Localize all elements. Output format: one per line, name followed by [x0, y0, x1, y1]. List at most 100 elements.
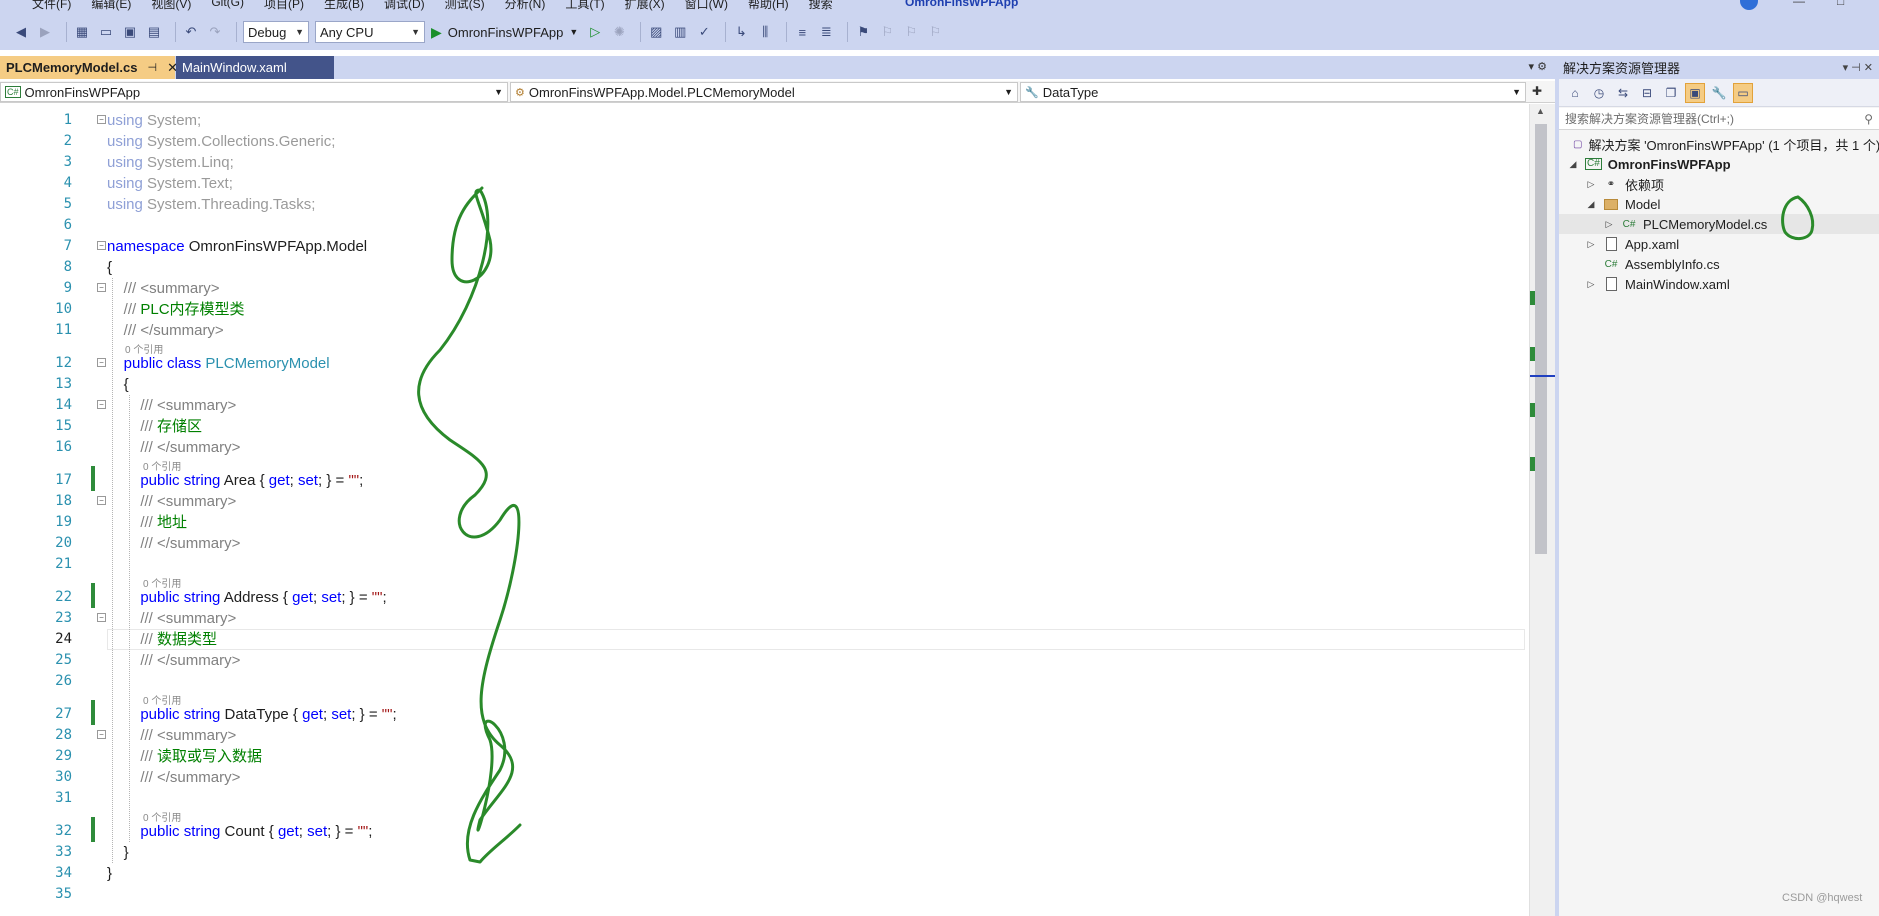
code-text[interactable]: }: [107, 842, 129, 863]
fold-toggle-icon[interactable]: −: [97, 358, 106, 367]
code-line[interactable]: 10 /// PLC内存模型类: [0, 299, 1525, 320]
code-line[interactable]: 8{: [0, 257, 1525, 278]
code-line[interactable]: 20 /// </summary>: [0, 533, 1525, 554]
code-line[interactable]: 3 using System.Linq;: [0, 152, 1525, 173]
maximize-button[interactable]: □: [1837, 0, 1844, 8]
editor-scrollbar[interactable]: ▲: [1529, 104, 1556, 916]
platform-select[interactable]: Any CPU ▼: [315, 21, 425, 43]
history-icon[interactable]: ◷: [1589, 83, 1609, 103]
code-line[interactable]: 16 /// </summary>: [0, 437, 1525, 458]
code-line[interactable]: 22 public string Address { get; set; } =…: [0, 583, 1525, 608]
code-text[interactable]: public string Address { get; set; } = ""…: [107, 587, 386, 608]
code-text[interactable]: {: [107, 374, 129, 395]
code-line[interactable]: 23 − /// <summary>: [0, 608, 1525, 629]
code-text[interactable]: /// </summary>: [107, 767, 240, 788]
bookmark-icon[interactable]: ⚑: [854, 23, 872, 41]
code-line[interactable]: 6: [0, 215, 1525, 236]
code-text[interactable]: /// </summary>: [107, 650, 240, 671]
show-all-files-icon[interactable]: ❐: [1661, 83, 1681, 103]
menu-search[interactable]: 搜索: [799, 0, 843, 12]
code-text[interactable]: /// <summary>: [107, 395, 236, 416]
back-icon[interactable]: ◀: [12, 23, 30, 41]
code-line[interactable]: 33 }: [0, 842, 1525, 863]
code-text[interactable]: using System.Threading.Tasks;: [107, 194, 315, 215]
menu-debug[interactable]: 调试(D): [374, 0, 435, 12]
menu-edit[interactable]: 编辑(E): [81, 0, 141, 12]
window-options-icon[interactable]: ▾ ⊣ ✕: [1843, 61, 1873, 74]
code-text[interactable]: /// <summary>: [107, 278, 220, 299]
menu-test[interactable]: 测试(S): [435, 0, 495, 12]
fold-toggle-icon[interactable]: −: [97, 400, 106, 409]
type-dropdown[interactable]: ⚙ OmronFinsWPFApp.Model.PLCMemoryModel ▼: [510, 82, 1018, 102]
menu-file[interactable]: 文件(F): [22, 0, 81, 12]
fold-toggle-icon[interactable]: −: [97, 613, 106, 622]
fold-toggle-icon[interactable]: −: [97, 241, 106, 250]
code-text[interactable]: /// </summary>: [107, 533, 240, 554]
fold-toggle-icon[interactable]: −: [97, 283, 106, 292]
code-text[interactable]: /// 地址: [107, 512, 187, 533]
code-line[interactable]: 31: [0, 788, 1525, 809]
code-text[interactable]: {: [107, 257, 112, 278]
tree-node-dependencies[interactable]: ▷ ⚭ 依赖项: [1559, 174, 1879, 194]
code-line[interactable]: 30 /// </summary>: [0, 767, 1525, 788]
account-icon[interactable]: [1740, 0, 1758, 10]
collapse-icon[interactable]: ◢: [1585, 199, 1597, 210]
save-icon[interactable]: ▣: [121, 23, 139, 41]
code-text[interactable]: namespace OmronFinsWPFApp.Model: [107, 236, 367, 257]
home-icon[interactable]: ⌂: [1565, 83, 1585, 103]
menu-git[interactable]: Git(G): [201, 0, 254, 12]
member-dropdown[interactable]: 🔧 DataType ▼: [1020, 82, 1526, 102]
codelens-reference-count[interactable]: 0 个引用: [0, 458, 600, 473]
tree-node-model-folder[interactable]: ◢ Model: [1559, 194, 1879, 214]
code-line[interactable]: 25 /// </summary>: [0, 650, 1525, 671]
code-line[interactable]: 24 /// 数据类型: [0, 629, 1525, 650]
code-text[interactable]: using System.Linq;: [107, 152, 234, 173]
layout-icon[interactable]: ▥: [671, 23, 689, 41]
code-line[interactable]: 21: [0, 554, 1525, 575]
code-text[interactable]: /// 读取或写入数据: [107, 746, 262, 767]
code-line[interactable]: 12 − public class PLCMemoryModel: [0, 353, 1525, 374]
code-text[interactable]: public string DataType { get; set; } = "…: [107, 704, 396, 725]
code-line[interactable]: 26: [0, 671, 1525, 692]
collapse-icon[interactable]: ◢: [1567, 159, 1579, 170]
scrollbar-thumb[interactable]: [1535, 124, 1547, 554]
code-text[interactable]: /// </summary>: [107, 437, 240, 458]
code-line[interactable]: 27 public string DataType { get; set; } …: [0, 700, 1525, 725]
code-line[interactable]: 11 /// </summary>: [0, 320, 1525, 341]
code-line[interactable]: 13 {: [0, 374, 1525, 395]
tree-node-assemblyinfo[interactable]: C# AssemblyInfo.cs: [1559, 254, 1879, 274]
redo-icon[interactable]: ↷: [206, 23, 224, 41]
tree-node-plcmemorymodel[interactable]: ▷ C# PLCMemoryModel.cs: [1559, 214, 1879, 234]
save-all-icon[interactable]: ▤: [145, 23, 163, 41]
code-line[interactable]: 7 − namespace OmronFinsWPFApp.Model: [0, 236, 1525, 257]
code-text[interactable]: /// <summary>: [107, 608, 236, 629]
codelens-reference-count[interactable]: 0 个引用: [0, 809, 600, 824]
code-line[interactable]: 35: [0, 884, 1525, 905]
code-line[interactable]: 34}: [0, 863, 1525, 884]
code-text[interactable]: public string Area { get; set; } = "";: [107, 470, 363, 491]
split-icon[interactable]: ✚: [1532, 84, 1542, 98]
tab-plcmemorymodel[interactable]: PLCMemoryModel.cs ⊣ ✕: [0, 56, 178, 79]
scroll-up-icon[interactable]: ▲: [1536, 106, 1545, 116]
collapse-all-icon[interactable]: ⊟: [1637, 83, 1657, 103]
code-line[interactable]: 19 /// 地址: [0, 512, 1525, 533]
code-text[interactable]: /// 数据类型: [107, 629, 217, 650]
menu-tools[interactable]: 工具(T): [555, 0, 614, 12]
codelens-reference-count[interactable]: 0 个引用: [0, 692, 600, 707]
code-line[interactable]: 32 public string Count { get; set; } = "…: [0, 817, 1525, 842]
step-icon[interactable]: ↳: [732, 23, 750, 41]
code-text[interactable]: using System.Text;: [107, 173, 233, 194]
code-text[interactable]: using System.Collections.Generic;: [107, 131, 335, 152]
code-line[interactable]: 29 /// 读取或写入数据: [0, 746, 1525, 767]
open-folder-icon[interactable]: ▭: [97, 23, 115, 41]
fold-toggle-icon[interactable]: −: [97, 496, 106, 505]
expand-icon[interactable]: ▷: [1585, 239, 1597, 250]
code-line[interactable]: 18 − /// <summary>: [0, 491, 1525, 512]
solution-explorer-search-input[interactable]: 搜索解决方案资源管理器(Ctrl+;) ⚲: [1559, 108, 1879, 130]
code-line[interactable]: 4 using System.Text;: [0, 173, 1525, 194]
hot-reload-icon[interactable]: ✺: [610, 23, 628, 41]
pending-changes-icon[interactable]: ▭: [1733, 82, 1753, 103]
column-icon[interactable]: ⫼: [756, 23, 774, 41]
menu-extensions[interactable]: 扩展(X): [615, 0, 675, 12]
tab-mainwindow[interactable]: MainWindow.xaml: [176, 56, 334, 79]
